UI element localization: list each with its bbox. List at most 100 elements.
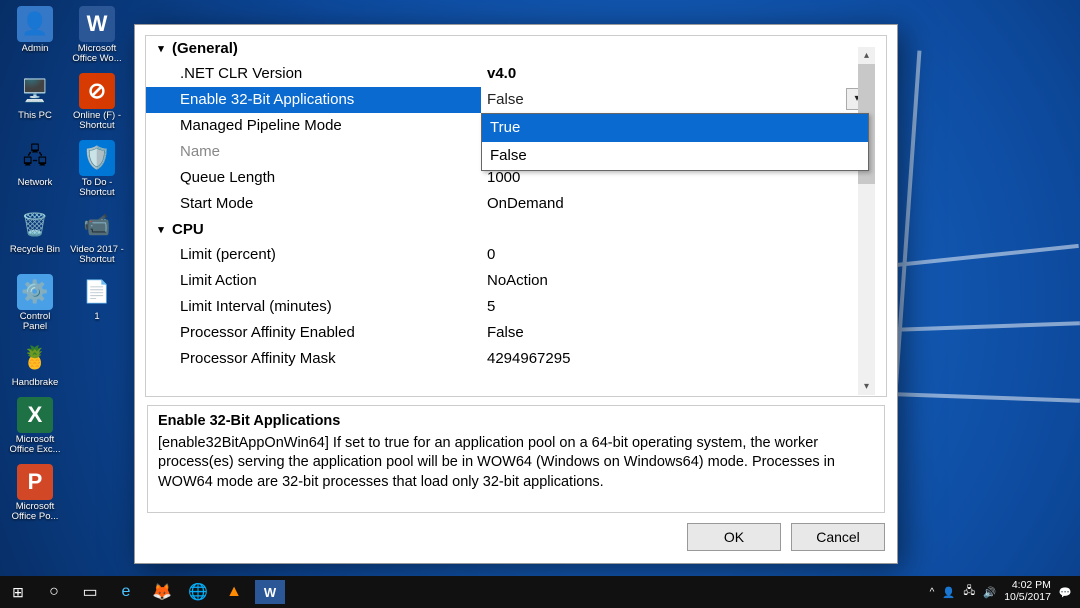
edge-icon[interactable]: e [108,576,144,608]
clock-date: 10/5/2017 [1004,592,1051,604]
scrollbar[interactable]: ▴ ▾ [858,47,875,395]
property-value[interactable]: 4294967295 [481,346,869,372]
property-name: Limit Action [146,268,481,294]
chevron-down-icon: ▾ [152,223,170,236]
property-grid: ▾(General).NET CLR Versionv4.0Enable 32-… [145,35,887,397]
word-icon: W [79,6,115,42]
property-name: .NET CLR Version [146,61,481,87]
desktop-icon-label: Admin [22,44,49,54]
property-value[interactable]: False▾ [481,87,869,113]
property-row-pam[interactable]: Processor Affinity Mask4294967295 [146,346,869,372]
tray-volume-icon[interactable]: 🔊 [983,586,996,599]
desktop-icon-one[interactable]: 📄1 [68,274,126,333]
scroll-up-icon[interactable]: ▴ [858,47,875,64]
property-name: Managed Pipeline Mode [146,113,481,139]
video2017-icon: 📹 [79,207,115,243]
tray-people-icon[interactable]: 👤 [942,586,955,599]
property-row-lp[interactable]: Limit (percent)0 [146,242,869,268]
property-name: Start Mode [146,191,481,217]
dropdown-option-true[interactable]: True [482,114,868,142]
help-title: Enable 32-Bit Applications [158,412,874,432]
property-name: Processor Affinity Mask [146,346,481,372]
desktop-icon-label: Microsoft Office Po... [8,502,62,523]
desktop-icon-label: Microsoft Office Exc... [8,435,62,456]
category-general[interactable]: ▾(General) [146,36,869,61]
desktop-icon-recyclebin[interactable]: 🗑️ Recycle Bin [6,207,64,266]
property-name: Queue Length [146,165,481,191]
property-row-la[interactable]: Limit ActionNoAction [146,268,869,294]
desktop-icon-video2017[interactable]: 📹Video 2017 - Shortcut [68,207,126,266]
property-value[interactable]: v4.0 [481,61,869,87]
system-tray[interactable]: ^ 👤 🖧 🔊 4:02 PM 10/5/2017 💬 [930,580,1080,603]
property-value[interactable]: OnDemand [481,191,869,217]
desktop-icon-excel[interactable]: XMicrosoft Office Exc... [6,397,64,456]
property-value[interactable]: False [481,320,869,346]
thispc-icon: 🖥️ [17,73,53,109]
desktop-icon-label: Recycle Bin [10,245,60,255]
desktop-icon-label: Video 2017 - Shortcut [70,245,124,266]
desktop-icon-label: To Do - Shortcut [70,178,124,199]
desktop-icon-label: This PC [18,111,52,121]
ok-button[interactable]: OK [687,523,781,551]
desktop-icon-label: 1 [94,312,99,322]
chrome-icon[interactable]: 🌐 [180,576,216,608]
excel-icon: X [17,397,53,433]
property-name: Limit (percent) [146,242,481,268]
property-row-pae[interactable]: Processor Affinity EnabledFalse [146,320,869,346]
onlinef-icon: ⊘ [79,73,115,109]
property-name: Name [146,139,481,165]
cancel-button[interactable]: Cancel [791,523,885,551]
property-name: Limit Interval (minutes) [146,294,481,320]
start-button[interactable]: ⊞ [0,576,36,608]
desktop-icon-handbrake[interactable]: 🍍 Handbrake [6,340,64,388]
advanced-settings-dialog: ▾(General).NET CLR Versionv4.0Enable 32-… [134,24,898,564]
ppt-icon: P [17,464,53,500]
tray-network-icon[interactable]: 🖧 [963,583,975,601]
firefox-icon[interactable]: 🦊 [144,576,180,608]
desktop-icon-admin[interactable]: 👤 Admin [6,6,64,65]
desktop-icon-ppt[interactable]: PMicrosoft Office Po... [6,464,64,523]
property-row-sm[interactable]: Start ModeOnDemand [146,191,869,217]
desktop-icon-thispc[interactable]: 🖥️ This PC [6,73,64,132]
property-value[interactable]: 0 [481,242,869,268]
desktop-icon-label: Network [18,178,53,188]
property-row-e32[interactable]: Enable 32-Bit ApplicationsFalse▾ [146,87,869,113]
todo-icon: 🛡️ [79,140,115,176]
vlc-icon[interactable]: ▲ [216,576,252,608]
tray-overflow-icon[interactable]: ^ [930,587,935,598]
controlpanel-icon: ⚙️ [17,274,53,310]
word-taskbar-icon[interactable]: W [255,580,285,604]
taskview-button[interactable]: ▭ [72,576,108,608]
category-cpu[interactable]: ▾CPU [146,217,869,242]
desktop-icon-network[interactable]: 🖧 Network [6,140,64,199]
desktop-icon-label: Control Panel [8,312,62,333]
taskbar-clock[interactable]: 4:02 PM 10/5/2017 [1004,580,1051,603]
network-icon: 🖧 [17,140,53,176]
desktop-icon-onlinef[interactable]: ⊘Online (F) - Shortcut [68,73,126,132]
desktop-icon-todo[interactable]: 🛡️To Do - Shortcut [68,140,126,199]
action-center-icon[interactable]: 💬 [1059,586,1072,599]
admin-icon: 👤 [17,6,53,42]
property-value[interactable]: NoAction [481,268,869,294]
property-row-net[interactable]: .NET CLR Versionv4.0 [146,61,869,87]
dropdown-option-false[interactable]: False [482,142,868,170]
recyclebin-icon: 🗑️ [17,207,53,243]
chevron-down-icon: ▾ [152,42,170,55]
property-row-li[interactable]: Limit Interval (minutes)5 [146,294,869,320]
taskbar: ⊞ ○ ▭ e 🦊 🌐 ▲ W ^ 👤 🖧 🔊 4:02 PM 10/5/201… [0,576,1080,608]
dialog-buttons: OK Cancel [135,513,897,563]
desktop-icon-label: Handbrake [12,378,58,388]
help-panel: Enable 32-Bit Applications [enable32BitA… [147,405,885,513]
desktop-icon-label: Microsoft Office Wo... [70,44,124,65]
cortana-button[interactable]: ○ [36,576,72,608]
handbrake-icon: 🍍 [17,340,53,376]
desktop-icon-label: Online (F) - Shortcut [70,111,124,132]
desktop-icon-word[interactable]: WMicrosoft Office Wo... [68,6,126,65]
property-value[interactable]: 5 [481,294,869,320]
property-name: Processor Affinity Enabled [146,320,481,346]
desktop-icon-controlpanel[interactable]: ⚙️Control Panel [6,274,64,333]
scroll-down-icon[interactable]: ▾ [858,378,875,395]
property-name: Enable 32-Bit Applications [146,87,481,113]
dropdown-menu[interactable]: TrueFalse [481,113,869,171]
one-icon: 📄 [79,274,115,310]
